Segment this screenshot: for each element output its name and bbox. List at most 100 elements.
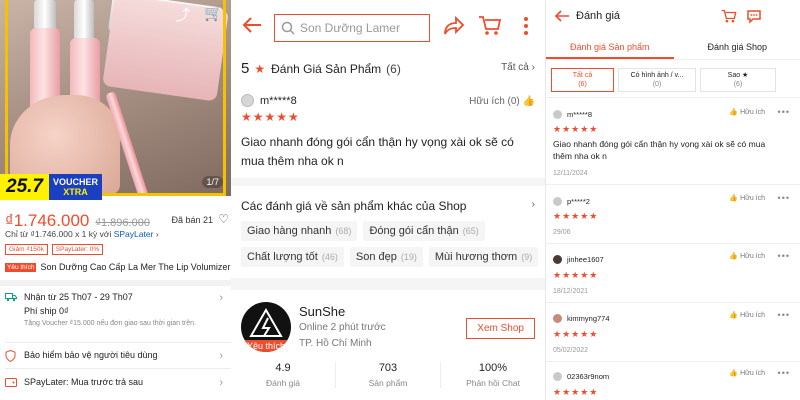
keyword-chip[interactable]: Đóng gói cẩn thận (65) bbox=[363, 221, 485, 241]
favorite-badge: Yêu thích bbox=[241, 340, 291, 352]
review-stars: ★★★★★ bbox=[553, 124, 599, 134]
reviews-list-panel: Đánh giá Đánh giá Sản phẩm Đánh giá Shop… bbox=[545, 0, 800, 400]
reviews-count: (6) bbox=[386, 61, 401, 76]
search-box[interactable]: Son Dưỡng Lamer bbox=[274, 14, 430, 42]
image-counter: 1/7 bbox=[202, 176, 223, 188]
back-arrow-icon[interactable] bbox=[241, 14, 263, 36]
view-shop-button[interactable]: Xem Shop bbox=[466, 318, 535, 339]
keyword-chip[interactable]: Mùi hương thơm (9) bbox=[428, 247, 539, 267]
spaylater-row[interactable]: SPayLater: Mua trước trả sau bbox=[5, 377, 143, 387]
heart-icon[interactable]: ♡ bbox=[218, 212, 229, 226]
helpful-button[interactable]: 👍 Hữu ích bbox=[729, 194, 765, 202]
voucher-top: VOUCHER bbox=[52, 177, 98, 187]
helpful-label: Hữu ích bbox=[740, 253, 765, 260]
row-divider bbox=[5, 342, 231, 343]
back-arrow-icon[interactable] bbox=[554, 9, 570, 23]
spaylater-label: SPayLater: Mua trước trả sau bbox=[24, 377, 143, 387]
avatar bbox=[553, 197, 562, 206]
reviewer-name: kimmyng774 bbox=[567, 314, 610, 323]
helpful-button[interactable]: 👍 Hữu ích bbox=[729, 252, 765, 260]
voucher-day: 25.7 bbox=[0, 174, 49, 200]
chip-label: Chất lượng tốt bbox=[247, 251, 318, 263]
review-stars: ★★★★★ bbox=[553, 211, 599, 221]
helpful-label: Hữu ích bbox=[740, 370, 765, 377]
spaylater-link[interactable]: SPayLater bbox=[114, 229, 154, 239]
product-title-row: Yêu thích Son Dưỡng Cao Cấp La Mer The L… bbox=[5, 262, 230, 272]
chat-icon[interactable] bbox=[746, 9, 762, 24]
tab-product-reviews[interactable]: Đánh giá Sản phẩm bbox=[546, 36, 674, 59]
image-top-icons: ⤴ 🛒 bbox=[175, 4, 223, 25]
share-icon[interactable] bbox=[443, 16, 465, 36]
chevron-right-icon: › bbox=[155, 229, 159, 239]
truck-icon bbox=[5, 292, 17, 302]
protection-row[interactable]: Bảo hiểm bảo vệ người tiêu dùng bbox=[5, 350, 158, 362]
shipping-fee: Phí ship 0₫ bbox=[24, 306, 69, 316]
more-vertical-icon[interactable] bbox=[523, 16, 529, 36]
chip-count: (9) bbox=[521, 252, 533, 262]
thumbs-up-icon: 👍 bbox=[522, 96, 535, 107]
review-stars: ★★★★★ bbox=[241, 110, 300, 124]
chip-count: (46) bbox=[321, 252, 338, 262]
review-date: 18/12/2021 bbox=[553, 288, 589, 295]
helpful-button[interactable]: 👍 Hữu ích bbox=[729, 108, 765, 116]
product-title: Son Dưỡng Cao Cấp La Mer The Lip Volumiz… bbox=[40, 262, 231, 272]
more-horizontal-icon[interactable]: ••• bbox=[778, 310, 790, 320]
filter-label: Sao ★ bbox=[727, 72, 749, 79]
shipping-row[interactable]: Nhận từ 25 Th07 - 29 Th07 bbox=[5, 292, 133, 302]
chip-label: Đóng gói cẩn thận bbox=[369, 225, 459, 237]
row-divider bbox=[5, 368, 231, 369]
avatar bbox=[241, 94, 254, 107]
chip-label: Giao hàng nhanh bbox=[247, 225, 332, 237]
share-icon[interactable]: ⤴ bbox=[175, 4, 190, 25]
more-horizontal-icon[interactable]: ••• bbox=[778, 251, 790, 261]
filter-count: (6) bbox=[733, 81, 743, 88]
reviewer: p*****2 bbox=[553, 197, 590, 206]
filter-stars[interactable]: Sao ★ (6) bbox=[700, 68, 776, 92]
chevron-right-icon[interactable]: › bbox=[219, 292, 223, 304]
voucher-banner: 25.7 VOUCHER XTRA bbox=[0, 174, 102, 200]
section-divider bbox=[0, 280, 231, 286]
reviews-title: Đánh Giá Sản Phẩm bbox=[271, 61, 382, 76]
filter-all[interactable]: Tất cả (6) bbox=[551, 68, 614, 92]
chevron-right-icon[interactable]: › bbox=[532, 199, 535, 210]
promo-tag[interactable]: SPayLater: 0% bbox=[51, 244, 104, 255]
see-all-link[interactable]: Tất cả › bbox=[501, 62, 535, 73]
voucher-bottom: XTRA bbox=[63, 187, 88, 197]
keyword-chip[interactable]: Chất lượng tốt (46) bbox=[241, 247, 344, 267]
shipping-note: Tặng Voucher ₫15.000 nếu đơn giao sau th… bbox=[24, 320, 196, 327]
avatar bbox=[553, 314, 562, 323]
cart-icon[interactable]: 🛒 bbox=[204, 4, 223, 25]
chevron-right-icon[interactable]: › bbox=[219, 377, 223, 389]
stat-chat-response: 100% Phản hồi Chat bbox=[441, 362, 545, 388]
star-icon: ★ bbox=[254, 61, 267, 76]
helpful-button[interactable]: 👍 Hữu ích bbox=[729, 311, 765, 319]
promo-tag[interactable]: Giảm ₫150k bbox=[5, 244, 48, 255]
chevron-right-icon[interactable]: › bbox=[219, 350, 223, 362]
filter-with-media[interactable]: Có hình ảnh / v... (0) bbox=[618, 68, 696, 92]
keyword-chip[interactable]: Giao hàng nhanh (68) bbox=[241, 221, 358, 241]
image-frame bbox=[5, 0, 226, 196]
wallet-icon bbox=[5, 377, 17, 387]
product-detail-panel: ⤴ 🛒 1/7 25.7 VOUCHER XTRA ₫1.746.000 ₫1.… bbox=[0, 0, 231, 400]
review-filters: Tất cả (6) Có hình ảnh / v... (0) Sao ★ (6) bbox=[551, 68, 776, 92]
more-horizontal-icon[interactable]: ••• bbox=[778, 107, 790, 117]
screenshot-collage: ⤴ 🛒 1/7 25.7 VOUCHER XTRA ₫1.746.000 ₫1.… bbox=[0, 0, 800, 400]
keyword-chip[interactable]: Son đẹp (19) bbox=[349, 247, 423, 267]
filter-count: (0) bbox=[652, 81, 662, 88]
more-horizontal-icon[interactable]: ••• bbox=[778, 368, 790, 378]
favorite-badge: Yêu thích bbox=[5, 262, 37, 272]
stat-products: 703 Sản phẩm bbox=[336, 362, 441, 388]
shop-stats: 4.9 Đánh giá 703 Sản phẩm 100% Phản hồi Cha… bbox=[231, 362, 545, 388]
shop-logo[interactable]: Yêu thích bbox=[241, 302, 291, 352]
product-image[interactable]: ⤴ 🛒 1/7 bbox=[0, 0, 231, 196]
more-horizontal-icon[interactable]: ••• bbox=[778, 193, 790, 203]
cart-icon[interactable] bbox=[721, 9, 737, 24]
helpful-button[interactable]: Hữu ích (0) 👍 bbox=[469, 96, 535, 107]
helpful-button[interactable]: 👍 Hữu ích bbox=[729, 369, 765, 377]
shop-reviews-title[interactable]: Các đánh giá về sản phẩm khác của Shop bbox=[241, 199, 466, 213]
voucher-tag: VOUCHER XTRA bbox=[48, 174, 102, 200]
tab-shop-reviews[interactable]: Đánh giá Shop bbox=[674, 36, 800, 59]
reviewer: m*****8 bbox=[553, 110, 592, 119]
cart-icon[interactable] bbox=[478, 15, 502, 37]
row-divider bbox=[546, 184, 800, 185]
